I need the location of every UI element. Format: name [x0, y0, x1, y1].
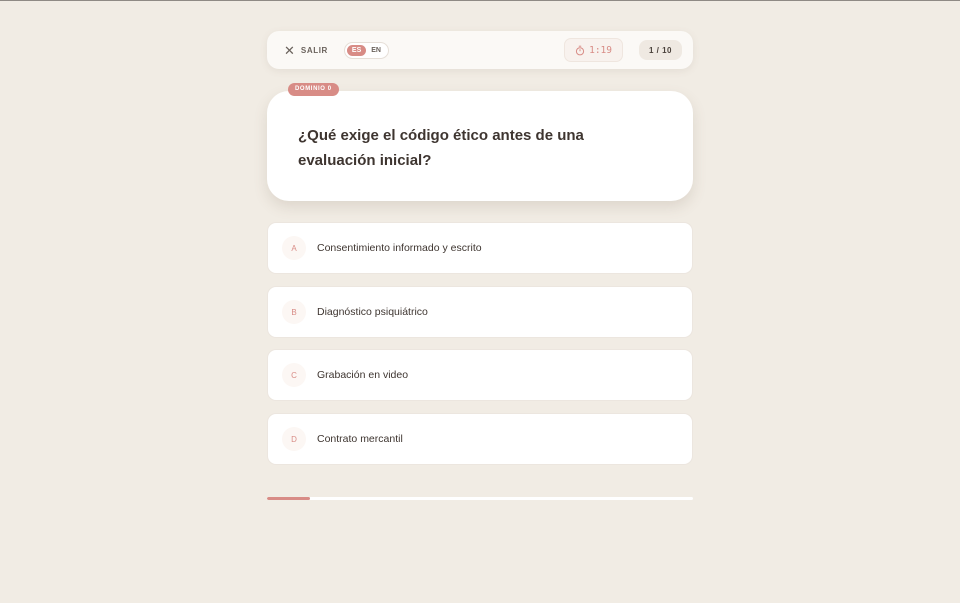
option-text: Consentimiento informado y escrito — [317, 242, 482, 254]
option-letter: D — [282, 427, 306, 451]
option-text: Diagnóstico psiquiátrico — [317, 306, 428, 318]
answer-option-d[interactable]: D Contrato mercantil — [267, 413, 693, 465]
top-bar: ✕ SALIR ES EN 1:19 1 / 10 — [267, 31, 693, 69]
option-letter: A — [282, 236, 306, 260]
progress-fill — [267, 497, 310, 500]
language-option-es[interactable]: ES — [346, 44, 367, 56]
stopwatch-icon — [575, 45, 585, 56]
timer-value: 1:19 — [589, 44, 612, 56]
option-letter: B — [282, 300, 306, 324]
timer: 1:19 — [564, 38, 623, 62]
exit-label: SALIR — [300, 45, 328, 55]
answer-option-a[interactable]: A Consentimiento informado y escrito — [267, 222, 693, 274]
option-letter: C — [282, 363, 306, 387]
option-text: Grabación en video — [317, 369, 409, 381]
close-icon: ✕ — [284, 42, 295, 58]
domain-tag: DOMINIO 0 — [288, 83, 339, 96]
language-option-en[interactable]: EN — [366, 45, 386, 56]
answer-option-c[interactable]: C Grabación en video — [267, 349, 693, 401]
question-text: ¿Qué exige el código ético antes de una … — [298, 127, 584, 169]
option-text: Contrato mercantil — [317, 433, 403, 445]
progress-bar — [267, 497, 693, 500]
answer-option-b[interactable]: B Diagnóstico psiquiátrico — [267, 286, 693, 338]
exit-button[interactable]: ✕ SALIR — [284, 44, 328, 57]
question-card: ¿Qué exige el código ético antes de una … — [267, 91, 693, 201]
question-counter: 1 / 10 — [638, 40, 682, 60]
language-toggle: ES EN — [343, 41, 389, 59]
